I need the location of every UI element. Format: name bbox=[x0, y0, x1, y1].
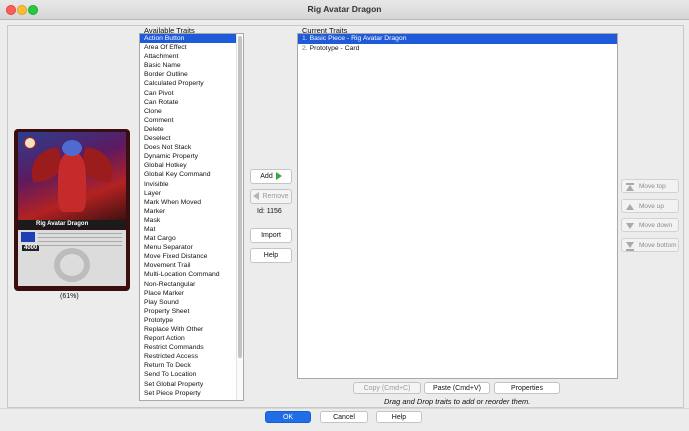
card-swirl-emblem bbox=[54, 248, 90, 282]
remove-button[interactable]: Remove bbox=[250, 189, 292, 204]
move-bottom-icon bbox=[626, 242, 634, 248]
current-traits-items: 1. Basic Piece - Rig Avatar Dragon 2. Pro… bbox=[298, 34, 617, 53]
available-trait-item[interactable]: Global Key Command bbox=[140, 170, 236, 179]
available-trait-item[interactable]: Move Fixed Distance bbox=[140, 252, 236, 261]
available-trait-item[interactable]: Report Action bbox=[140, 334, 236, 343]
available-trait-item[interactable]: Global Hotkey bbox=[140, 161, 236, 170]
arrow-left-icon bbox=[253, 192, 260, 201]
current-trait-item[interactable]: 2. Prototype - Card bbox=[298, 44, 617, 54]
card-name: Rig Avatar Dragon bbox=[18, 220, 126, 229]
card-preview-image: Rig Avatar Dragon 4000 bbox=[14, 129, 130, 291]
card-artwork bbox=[18, 132, 126, 220]
paste-button[interactable]: Paste (Cmd+V) bbox=[424, 382, 490, 394]
help-button-traits[interactable]: Help bbox=[250, 248, 292, 263]
available-traits-scrollbar[interactable] bbox=[236, 34, 243, 400]
title-bar: Rig Avatar Dragon bbox=[0, 0, 689, 20]
available-trait-item[interactable]: Set Global Property bbox=[140, 380, 236, 389]
card-effect-text bbox=[38, 233, 122, 249]
available-trait-item[interactable]: Restrict Commands bbox=[140, 343, 236, 352]
trait-id: Id: 1156 bbox=[257, 208, 282, 215]
remove-button-label: Remove bbox=[262, 193, 289, 200]
available-trait-item[interactable]: Mat bbox=[140, 225, 236, 234]
add-button-label: Add bbox=[260, 173, 273, 180]
available-trait-item[interactable]: Mark When Moved bbox=[140, 198, 236, 207]
move-up-label: Move up bbox=[639, 203, 664, 210]
footer-divider bbox=[0, 408, 689, 409]
dragon-head bbox=[62, 140, 82, 156]
available-trait-item[interactable]: Clone bbox=[140, 107, 236, 116]
move-top-button[interactable]: Move top bbox=[621, 179, 679, 193]
drag-drop-hint: Drag and Drop traits to add or reorder t… bbox=[384, 397, 531, 406]
available-traits-list[interactable]: Action Button Area Of Effect Attachment Bas… bbox=[139, 33, 244, 401]
available-trait-item[interactable]: Invisible bbox=[140, 180, 236, 189]
import-button[interactable]: Import bbox=[250, 228, 292, 243]
available-traits-items: Action Button Area Of Effect Attachment Bas… bbox=[140, 34, 236, 398]
move-top-icon bbox=[626, 185, 634, 191]
scrollbar-thumb[interactable] bbox=[238, 36, 242, 358]
move-up-icon bbox=[626, 204, 634, 210]
available-trait-item[interactable]: Deselect bbox=[140, 134, 236, 143]
available-trait-item[interactable]: Does Not Stack bbox=[140, 143, 236, 152]
available-trait-item[interactable]: Mat Cargo bbox=[140, 234, 236, 243]
current-trait-item[interactable]: 1. Basic Piece - Rig Avatar Dragon bbox=[298, 34, 617, 44]
move-down-button[interactable]: Move down bbox=[621, 218, 679, 232]
available-trait-item[interactable]: Border Outline bbox=[140, 70, 236, 79]
ok-button[interactable]: OK bbox=[265, 411, 311, 423]
move-down-label: Move down bbox=[639, 222, 673, 229]
move-up-button[interactable]: Move up bbox=[621, 199, 679, 213]
help-button[interactable]: Help bbox=[376, 411, 422, 423]
available-trait-item[interactable]: Menu Separator bbox=[140, 243, 236, 252]
cancel-button[interactable]: Cancel bbox=[320, 411, 368, 423]
move-top-label: Move top bbox=[639, 183, 666, 190]
available-trait-item[interactable]: Marker bbox=[140, 207, 236, 216]
copy-button[interactable]: Copy (Cmd+C) bbox=[353, 382, 421, 394]
properties-button[interactable]: Properties bbox=[494, 382, 560, 394]
window-title: Rig Avatar Dragon bbox=[307, 4, 382, 14]
move-bottom-button[interactable]: Move bottom bbox=[621, 238, 679, 252]
available-trait-item[interactable]: Set Piece Property bbox=[140, 389, 236, 398]
available-trait-item[interactable]: Play Sound bbox=[140, 298, 236, 307]
level-badge bbox=[21, 232, 35, 242]
available-trait-item[interactable]: Replace With Other bbox=[140, 325, 236, 334]
available-trait-item[interactable]: Property Sheet bbox=[140, 307, 236, 316]
current-traits-list[interactable]: 1. Basic Piece - Rig Avatar Dragon 2. Pro… bbox=[297, 33, 618, 379]
available-trait-item[interactable]: Return To Deck bbox=[140, 361, 236, 370]
available-trait-item[interactable]: Send To Location bbox=[140, 370, 236, 379]
available-trait-item[interactable]: Non-Rectangular bbox=[140, 280, 236, 289]
available-trait-item[interactable]: Prototype bbox=[140, 316, 236, 325]
available-trait-item[interactable]: Calculated Property bbox=[140, 79, 236, 88]
cost-icon bbox=[24, 137, 36, 149]
move-bottom-bar-icon bbox=[626, 249, 634, 251]
available-trait-item[interactable]: Can Rotate bbox=[140, 98, 236, 107]
trait-number: 2. bbox=[302, 44, 308, 52]
arrow-right-icon bbox=[275, 172, 282, 181]
add-button[interactable]: Add bbox=[250, 169, 292, 184]
available-trait-item[interactable]: Layer bbox=[140, 189, 236, 198]
trait-text: Prototype - Card bbox=[309, 44, 360, 52]
available-trait-item[interactable]: Basic Name bbox=[140, 61, 236, 70]
available-trait-item[interactable]: Comment bbox=[140, 116, 236, 125]
available-trait-item[interactable]: Place Marker bbox=[140, 289, 236, 298]
available-trait-item[interactable]: Delete bbox=[140, 125, 236, 134]
available-trait-item[interactable]: Action Button bbox=[140, 34, 236, 44]
move-down-icon bbox=[626, 223, 634, 229]
available-trait-item[interactable]: Multi-Location Command bbox=[140, 270, 236, 279]
available-trait-item[interactable]: Attachment bbox=[140, 52, 236, 61]
trait-text: Basic Piece - Rig Avatar Dragon bbox=[309, 35, 407, 42]
move-bottom-label: Move bottom bbox=[639, 242, 677, 249]
card-text-box: 4000 bbox=[18, 230, 126, 286]
zoom-level: (61%) bbox=[60, 293, 79, 300]
available-trait-item[interactable]: Mask bbox=[140, 216, 236, 225]
trait-number: 1. bbox=[302, 35, 308, 42]
dragon-body bbox=[58, 152, 86, 212]
available-trait-item[interactable]: Restricted Access bbox=[140, 352, 236, 361]
available-trait-item[interactable]: Movement Trail bbox=[140, 261, 236, 270]
available-trait-item[interactable]: Area Of Effect bbox=[140, 43, 236, 52]
card-bp: 4000 bbox=[22, 245, 40, 251]
available-trait-item[interactable]: Dynamic Property bbox=[140, 152, 236, 161]
available-trait-item[interactable]: Can Pivot bbox=[140, 89, 236, 98]
